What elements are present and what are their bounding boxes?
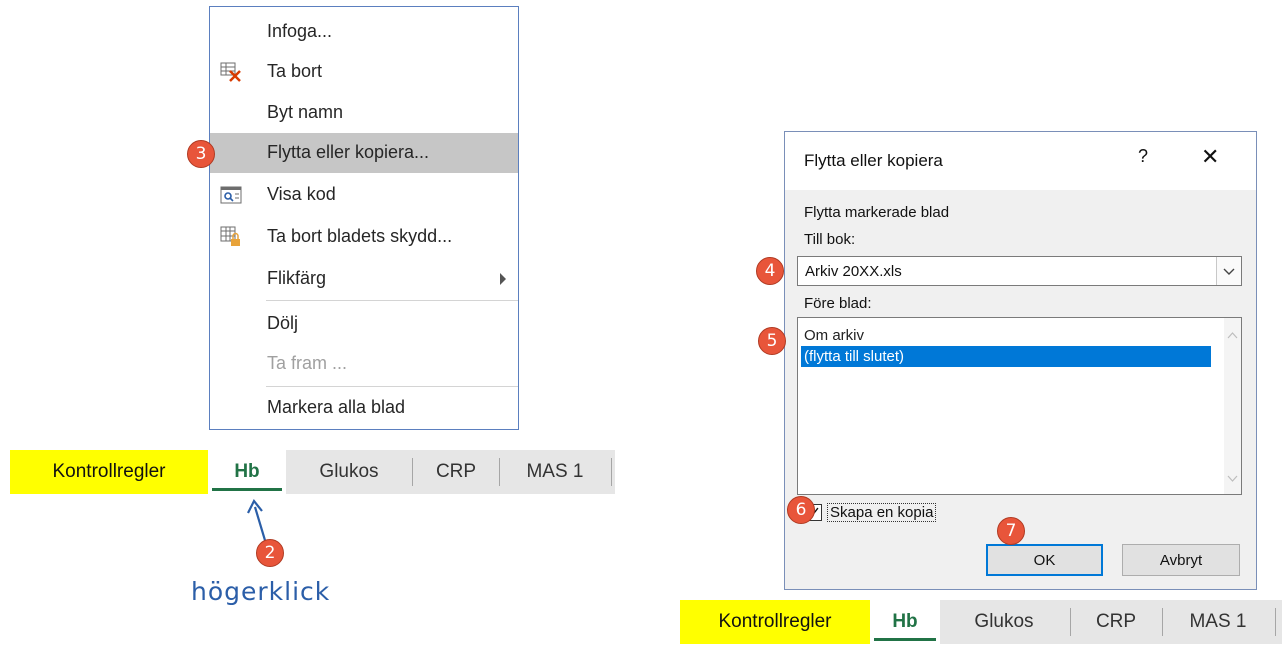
sheet-tab-crp[interactable]: CRP <box>1071 600 1161 644</box>
step-badge-7: 7 <box>997 517 1025 545</box>
close-icon[interactable]: ✕ <box>1201 144 1219 170</box>
menu-item-label: Ta fram ... <box>267 353 348 373</box>
step-badge-5: 5 <box>758 327 786 355</box>
sheet-tab-label: MAS 1 <box>1189 611 1247 632</box>
create-copy-label[interactable]: Skapa en kopia <box>827 503 937 522</box>
menu-item-tab-color[interactable]: Flikfärg <box>210 259 518 299</box>
list-scrollbar[interactable] <box>1224 318 1241 494</box>
help-button[interactable]: ? <box>1138 146 1148 167</box>
sheet-context-menu: Infoga... Ta bort Byt namn Flytta eller … <box>209 6 519 430</box>
ok-button[interactable]: OK <box>986 544 1103 576</box>
tab-separator <box>611 458 612 486</box>
sheet-tab-label: Kontrollregler <box>718 611 832 632</box>
sheet-tab-label: Glukos <box>974 611 1034 632</box>
sheet-tab-hb[interactable]: Hb <box>208 450 286 494</box>
menu-item-label: Flytta eller kopiera... <box>267 142 430 162</box>
menu-item-view-code[interactable]: Visa kod <box>210 175 518 215</box>
menu-item-label: Flikfärg <box>267 268 327 288</box>
to-book-value: Arkiv 20XX.xls <box>805 263 902 280</box>
menu-item-label: Dölj <box>267 313 299 333</box>
sheet-tab-label: Kontrollregler <box>52 461 166 482</box>
handwritten-annotation: högerklick <box>191 577 331 606</box>
dropdown-button[interactable] <box>1216 257 1241 285</box>
before-sheet-label: Före blad: <box>804 295 872 312</box>
dialog-titlebar: Flytta eller kopiera ? ✕ <box>785 132 1256 190</box>
tab-separator <box>1275 608 1276 636</box>
chevron-down-icon <box>1223 268 1235 275</box>
menu-item-hide[interactable]: Dölj <box>210 304 518 344</box>
menu-separator <box>266 300 518 301</box>
submenu-arrow-icon <box>500 273 506 285</box>
menu-item-label: Byt namn <box>267 102 344 122</box>
sheet-tab-label: Hb <box>892 611 918 632</box>
menu-item-rename[interactable]: Byt namn <box>210 93 518 133</box>
step-badge-3: 3 <box>187 140 215 168</box>
menu-item-delete[interactable]: Ta bort <box>210 52 518 92</box>
sheet-tab-crp[interactable]: CRP <box>413 450 499 494</box>
sheet-tab-mas1[interactable]: MAS 1 <box>1163 600 1273 644</box>
menu-item-label: Ta bort bladets skydd... <box>267 226 453 246</box>
list-item[interactable]: Om arkiv <box>801 325 1211 346</box>
menu-item-insert[interactable]: Infoga... <box>210 12 518 52</box>
menu-item-move-copy[interactable]: Flytta eller kopiera... <box>210 133 518 173</box>
sheet-tab-hb[interactable]: Hb <box>870 600 940 644</box>
sheet-tab-label: Glukos <box>319 461 379 482</box>
move-selected-label: Flytta markerade blad <box>804 204 950 221</box>
list-item-selected[interactable]: (flytta till slutet) <box>801 346 1211 367</box>
menu-separator <box>266 386 518 387</box>
step-badge-4: 4 <box>756 257 784 285</box>
sheet-tab-mas1[interactable]: MAS 1 <box>500 450 610 494</box>
cancel-button[interactable]: Avbryt <box>1122 544 1240 576</box>
sheet-tab-bar-right: Kontrollregler Hb Glukos CRP MAS 1 <box>680 600 1282 644</box>
menu-item-label: Infoga... <box>267 21 333 41</box>
step-badge-2: 2 <box>256 539 284 567</box>
step-badge-6: 6 <box>787 496 815 524</box>
sheet-tab-label: Hb <box>234 461 260 482</box>
unprotect-sheet-icon <box>220 226 240 246</box>
sheet-tab-kontrollregler[interactable]: Kontrollregler <box>10 450 208 494</box>
menu-item-label: Markera alla blad <box>267 397 406 417</box>
menu-item-select-all-sheets[interactable]: Markera alla blad <box>210 388 518 428</box>
menu-item-unprotect[interactable]: Ta bort bladets skydd... <box>210 217 518 257</box>
scroll-arrows-icon <box>1227 332 1238 482</box>
sheet-tab-kontrollregler[interactable]: Kontrollregler <box>680 600 870 644</box>
menu-item-label: Visa kod <box>267 184 336 204</box>
sheet-tab-label: CRP <box>1095 611 1137 632</box>
sheet-tab-label: CRP <box>435 461 477 482</box>
sheet-tab-label: MAS 1 <box>526 461 584 482</box>
to-book-label: Till bok: <box>804 231 856 248</box>
sheet-tab-glukos[interactable]: Glukos <box>286 450 412 494</box>
delete-sheet-icon <box>220 62 241 82</box>
sheet-tab-glukos[interactable]: Glukos <box>940 600 1068 644</box>
before-sheet-list[interactable]: Om arkiv (flytta till slutet) <box>797 317 1242 495</box>
dialog-title: Flytta eller kopiera <box>804 151 943 170</box>
view-code-icon <box>220 186 242 204</box>
menu-item-label: Ta bort <box>267 61 323 81</box>
sheet-tab-bar-left: Kontrollregler Hb Glukos CRP MAS 1 <box>10 450 615 494</box>
menu-item-unhide: Ta fram ... <box>210 344 518 384</box>
to-book-select[interactable]: Arkiv 20XX.xls <box>797 256 1242 286</box>
